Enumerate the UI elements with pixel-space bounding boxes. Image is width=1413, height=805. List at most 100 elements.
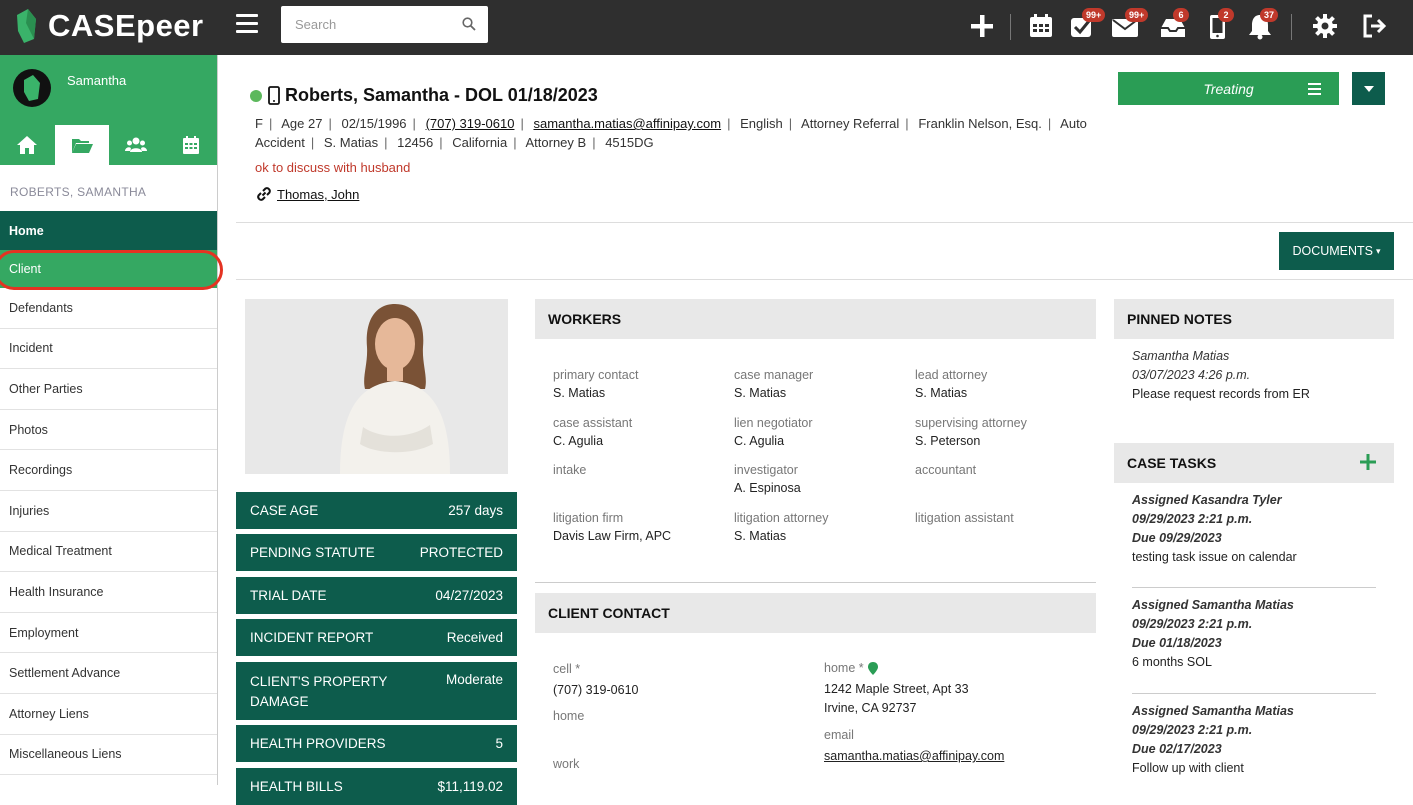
mobile-phone-icon xyxy=(268,86,280,105)
sidebar-item-medical-treatment[interactable]: Medical Treatment xyxy=(0,532,217,573)
sidebar-item-injuries[interactable]: Injuries xyxy=(0,491,217,532)
worker-role: case assistant xyxy=(553,416,633,430)
user-name: Samantha xyxy=(67,73,127,88)
worker-supervising-attorney: supervising attorney S. Peterson xyxy=(915,416,1027,448)
tab-home[interactable] xyxy=(0,125,55,165)
sidebar-item-recordings[interactable]: Recordings xyxy=(0,450,217,491)
top-navbar: CASEpeer 99+ 99+ 6 2 37 xyxy=(0,0,1413,55)
worker-role: investigator xyxy=(734,463,798,477)
documents-button[interactable]: DOCUMENTS ▾ xyxy=(1279,232,1394,270)
stat-pending-statute: PENDING STATUTE PROTECTED xyxy=(236,534,517,571)
contact-cell-phone[interactable]: (707) 319-0610 xyxy=(553,681,638,700)
case-info-line-2: Accident | S. Matias | 12456 | California | … xyxy=(255,135,654,150)
stat-value: PROTECTED xyxy=(419,545,503,560)
map-pin-icon[interactable] xyxy=(867,661,878,675)
client-photo[interactable] xyxy=(245,299,508,474)
logout-icon[interactable] xyxy=(1360,12,1388,40)
contact-cell: cell * (707) 319-0610 xyxy=(553,662,638,700)
worker-value: C. Agulia xyxy=(553,434,604,448)
sidebar-item-attorney-liens[interactable]: Attorney Liens xyxy=(0,694,217,735)
add-plus-icon[interactable] xyxy=(968,12,996,40)
menu-hamburger-icon[interactable] xyxy=(236,14,258,36)
worker-litigation-assistant: litigation assistant xyxy=(915,511,1014,529)
tasks-check-icon[interactable]: 99+ xyxy=(1068,8,1106,40)
settings-gear-icon[interactable] xyxy=(1311,12,1339,40)
sidebar-item-other-parties[interactable]: Other Parties xyxy=(0,369,217,410)
worker-role: case manager xyxy=(734,368,814,382)
sidebar-item-photos[interactable]: Photos xyxy=(0,410,217,451)
stat-value: $11,119.02 xyxy=(437,779,503,794)
inbox-tray-icon[interactable]: 6 xyxy=(1159,8,1189,40)
notifications-badge: 37 xyxy=(1260,8,1279,22)
client-contact-panel-header: CLIENT CONTACT xyxy=(535,593,1096,633)
worker-lead-attorney: lead attorney S. Matias xyxy=(915,368,987,400)
mail-icon[interactable]: 99+ xyxy=(1111,8,1149,40)
sidebar-item-health-insurance[interactable]: Health Insurance xyxy=(0,572,217,613)
toolbar-divider xyxy=(1291,14,1292,40)
sidebar-item-settlement-advance[interactable]: Settlement Advance xyxy=(0,653,217,694)
worker-value: Davis Law Firm, APC xyxy=(553,529,672,543)
case-referral-source: Attorney Referral xyxy=(801,116,900,131)
sidebar-item-home[interactable]: Home xyxy=(0,211,217,250)
avatar[interactable] xyxy=(13,69,51,107)
search-icon[interactable] xyxy=(462,17,476,31)
divider xyxy=(1132,693,1376,694)
case-title-row: Roberts, Samantha - DOL 01/18/2023 xyxy=(250,85,598,106)
stat-label: TRIAL DATE xyxy=(250,588,327,603)
tasks-badge: 99+ xyxy=(1082,8,1106,22)
caret-down-icon: ▾ xyxy=(1376,245,1381,256)
worker-primary-contact: primary contact S. Matias xyxy=(553,368,638,400)
task-assignee: Assigned Kasandra Tyler xyxy=(1132,493,1282,507)
status-dropdown-button[interactable] xyxy=(1352,72,1385,105)
task-due: Due 02/17/2023 xyxy=(1132,742,1222,756)
note-author: Samantha Matias xyxy=(1132,349,1230,363)
client-phone-link[interactable]: (707) 319-0610 xyxy=(426,116,515,131)
stat-case-age: CASE AGE 257 days xyxy=(236,492,517,529)
page-title: Roberts, Samantha - DOL 01/18/2023 xyxy=(285,85,598,105)
add-task-plus-icon[interactable] xyxy=(1360,454,1376,470)
sidebar-item-miscellaneous-liens[interactable]: Miscellaneous Liens xyxy=(0,735,217,776)
related-contact-link[interactable]: Thomas, John xyxy=(277,187,359,202)
note-text: Please request records from ER xyxy=(1132,387,1310,401)
task-text: 6 months SOL xyxy=(1132,655,1212,669)
tab-cases[interactable] xyxy=(54,125,109,165)
pinned-note[interactable]: Samantha Matias 03/07/2023 4:26 p.m. Ple… xyxy=(1132,347,1310,404)
sidebar-item-client[interactable]: Client xyxy=(0,250,217,288)
mail-badge: 99+ xyxy=(1125,8,1149,22)
client-zip: 12456 xyxy=(397,135,434,150)
calendar-icon[interactable] xyxy=(1027,12,1055,40)
worker-case-manager: case manager S. Matias xyxy=(734,368,813,400)
task-item[interactable]: Assigned Samantha Matias 09/29/2023 2:21… xyxy=(1132,596,1294,672)
home-icon xyxy=(17,136,38,154)
search-input[interactable] xyxy=(281,6,451,43)
task-item[interactable]: Assigned Samantha Matias 09/29/2023 2:21… xyxy=(1132,702,1294,778)
mobile-phone-icon[interactable]: 2 xyxy=(1204,8,1234,40)
toolbar-divider xyxy=(1010,14,1011,40)
tab-contacts[interactable] xyxy=(109,125,164,165)
worker-role: supervising attorney xyxy=(915,416,1027,430)
case-status-button[interactable]: Treating xyxy=(1118,72,1339,105)
worker-lien-negotiator: lien negotiator C. Agulia xyxy=(734,416,813,448)
worker-litigation-attorney: litigation attorney S. Matias xyxy=(734,511,829,543)
case-info-line-1: F | Age 27 | 02/15/1996 | (707) 319-0610 | s… xyxy=(255,116,1087,131)
contact-label: home xyxy=(553,709,585,723)
casepeer-logo[interactable]: CASEpeer xyxy=(14,6,204,46)
worker-investigator: investigator A. Espinosa xyxy=(734,463,801,495)
main-content: Roberts, Samantha - DOL 01/18/2023 F | Ag… xyxy=(219,55,1413,805)
task-item[interactable]: Assigned Kasandra Tyler 09/29/2023 2:21 … xyxy=(1132,491,1297,567)
sidebar-item-defendants[interactable]: Defendants xyxy=(0,288,217,329)
contact-email-link[interactable]: samantha.matias@affinipay.com xyxy=(824,747,1004,766)
notifications-bell-icon[interactable]: 37 xyxy=(1246,8,1279,40)
contact-home-address: home * 1242 Maple Street, Apt 33 Irvine,… xyxy=(824,661,969,718)
stat-value: 257 days xyxy=(448,503,503,518)
case-referrer: Franklin Nelson, Esq. xyxy=(918,116,1042,131)
sidebar-item-incident[interactable]: Incident xyxy=(0,329,217,370)
worker-case-assistant: case assistant C. Agulia xyxy=(553,416,632,448)
client-email-link[interactable]: samantha.matias@affinipay.com xyxy=(533,116,721,131)
workers-panel-header: WORKERS xyxy=(535,299,1096,339)
divider xyxy=(535,582,1096,583)
worker-role: litigation assistant xyxy=(915,511,1014,525)
sidebar-item-employment[interactable]: Employment xyxy=(0,613,217,654)
tab-calendar[interactable] xyxy=(164,125,219,165)
worker-intake: intake xyxy=(553,463,586,481)
